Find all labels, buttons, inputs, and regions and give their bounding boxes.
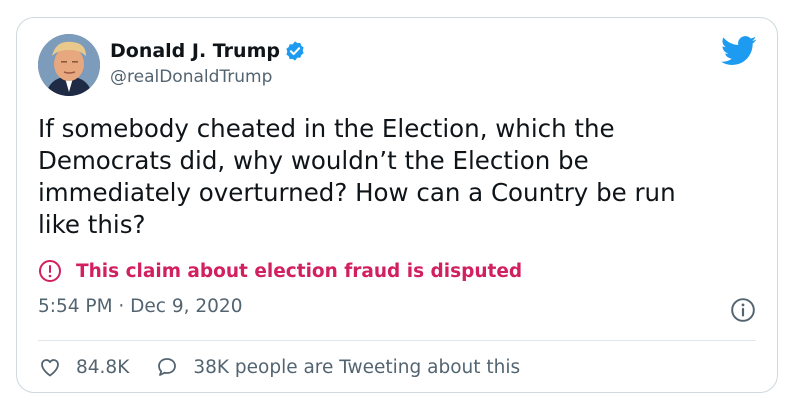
tweet-text: If somebody cheated in the Election, whi… — [38, 114, 676, 239]
speech-bubble-icon — [158, 358, 177, 376]
like-button[interactable]: 84.8K — [38, 355, 129, 379]
tweet-timestamp[interactable]: 5:54 PM · Dec 9, 2020 — [38, 296, 242, 317]
exclamation-circle-icon — [38, 259, 62, 283]
disputed-notice-text[interactable]: This claim about election fraud is dispu… — [76, 261, 522, 282]
twitter-bird-icon[interactable] — [721, 36, 757, 66]
tweet-actions: 84.8K 38K people are Tweeting about this — [38, 351, 520, 383]
tweet-card[interactable]: Donald J. Trump @realDonaldTrump If some… — [16, 17, 778, 393]
verified-badge-icon — [284, 40, 306, 62]
info-icon[interactable] — [730, 297, 756, 323]
divider — [38, 340, 756, 341]
disputed-notice[interactable]: This claim about election fraud is dispu… — [38, 258, 522, 284]
author-handle[interactable]: @realDonaldTrump — [110, 67, 272, 87]
heart-icon — [41, 359, 59, 377]
author-name-row[interactable]: Donald J. Trump — [110, 38, 306, 64]
conversation-button[interactable]: 38K people are Tweeting about this — [155, 355, 520, 379]
avatar-image — [38, 34, 100, 96]
avatar[interactable] — [38, 34, 100, 96]
conversation-text: 38K people are Tweeting about this — [193, 356, 521, 378]
author-name[interactable]: Donald J. Trump — [110, 40, 280, 62]
like-count: 84.8K — [76, 356, 130, 378]
